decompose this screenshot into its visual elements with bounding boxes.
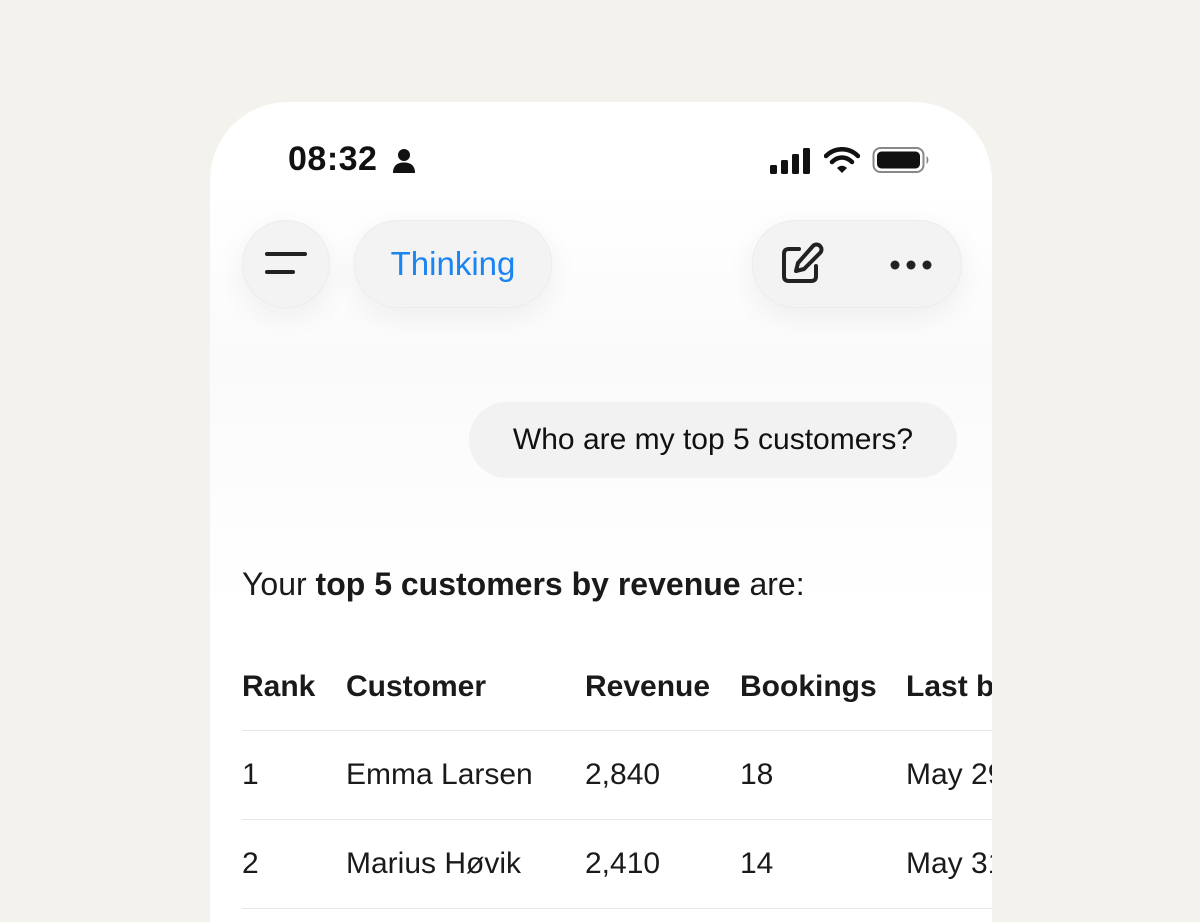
header-last-booking: Last b (906, 670, 992, 703)
cell-customer: Emma Larsen (346, 758, 533, 791)
cell-rank: 1 (242, 758, 259, 791)
table-row: 2 Marius Høvik 2,410 14 May 31 (242, 820, 992, 909)
table-header: Rank Customer Revenue Bookings Last b (242, 654, 992, 731)
person-icon (393, 149, 415, 173)
customers-table: Rank Customer Revenue Bookings Last b 1 … (242, 654, 992, 909)
answer-intro-suffix: are: (740, 566, 805, 602)
model-selector-label: Thinking (390, 245, 516, 282)
sidebar-menu-button[interactable] (242, 220, 330, 308)
user-message-text: Who are my top 5 customers? (512, 423, 914, 456)
answer-intro-bold: top 5 customers by revenue (315, 566, 741, 602)
cell-rank: 2 (242, 847, 259, 880)
assistant-answer-intro: Your top 5 customers by revenue are: (242, 566, 805, 603)
header-actions (752, 220, 962, 308)
header-customer: Customer (346, 670, 487, 703)
page-background: 08:32 Thinking Who are my top 5 customer… (0, 0, 1200, 922)
user-message-bubble: Who are my top 5 customers? (469, 402, 957, 478)
battery-icon (872, 147, 929, 173)
answer-intro-prefix: Your (242, 566, 316, 602)
more-options-icon[interactable] (881, 239, 941, 291)
wifi-icon (824, 147, 860, 173)
header-rank: Rank (242, 670, 316, 703)
cell-revenue: 2,410 (585, 847, 661, 880)
model-selector-button[interactable]: Thinking (354, 220, 552, 308)
cell-last-booking: May 31 (906, 847, 992, 880)
table-row: 1 Emma Larsen 2,840 18 May 29 (242, 731, 992, 820)
status-bar: 08:32 (210, 102, 992, 212)
cell-last-booking: May 29 (906, 758, 992, 791)
cellular-signal-icon (770, 148, 810, 174)
new-chat-icon[interactable] (775, 239, 827, 291)
cell-bookings: 18 (740, 758, 774, 791)
menu-icon (265, 252, 307, 274)
header-bookings: Bookings (740, 670, 877, 703)
cell-revenue: 2,840 (585, 758, 661, 791)
cell-customer: Marius Høvik (346, 847, 522, 880)
header-revenue: Revenue (585, 670, 711, 703)
phone-screen: 08:32 Thinking Who are my top 5 customer… (210, 102, 992, 922)
cell-bookings: 14 (740, 847, 774, 880)
status-time: 08:32 (288, 140, 378, 178)
